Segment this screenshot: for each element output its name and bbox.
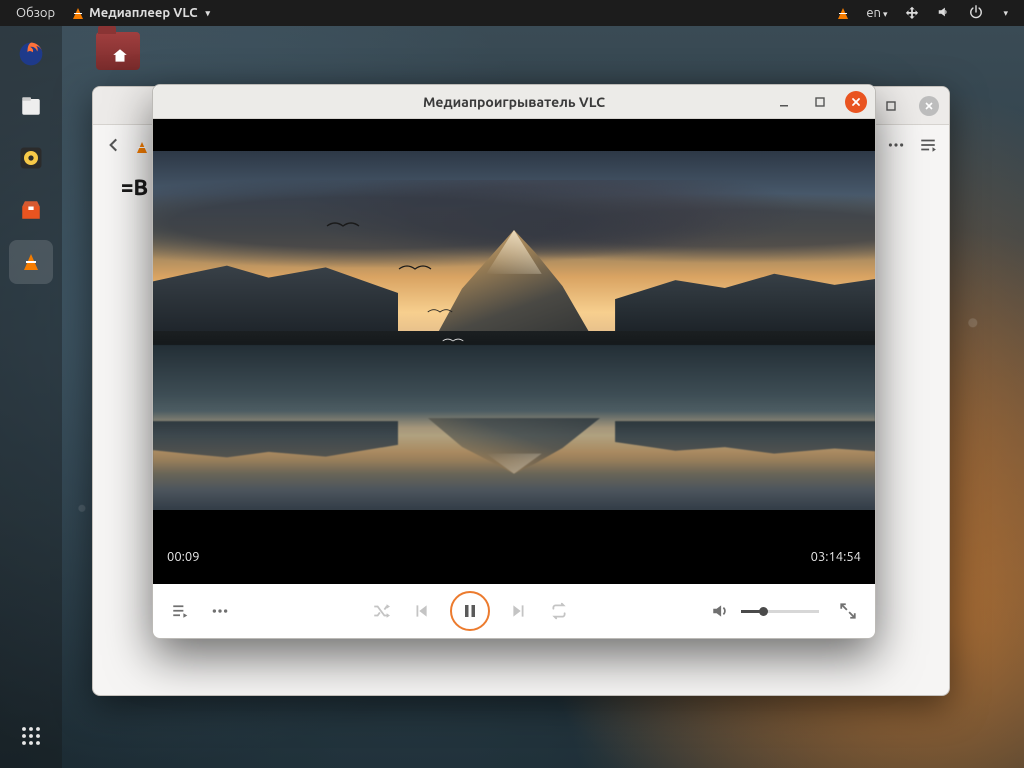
more-menu-button[interactable] (209, 600, 231, 622)
volume-knob[interactable] (759, 607, 768, 616)
vlc-titlebar[interactable]: Медиапроигрыватель VLC (153, 85, 875, 119)
controls-bar (153, 584, 875, 638)
more-icon[interactable] (887, 136, 905, 158)
network-icon[interactable] (905, 5, 919, 22)
power-icon[interactable] (969, 5, 983, 22)
next-button[interactable] (508, 600, 530, 622)
vlc-window: Медиапроигрыватель VLC (152, 84, 876, 639)
vlc-cone-icon (137, 142, 147, 153)
chevron-down-icon: ▾ (206, 8, 211, 19)
dock-software[interactable] (9, 188, 53, 232)
desktop-home-folder[interactable] (96, 32, 144, 80)
dock-firefox[interactable] (9, 32, 53, 76)
video-area[interactable]: 00:09 03:14:54 (153, 119, 875, 584)
gnome-topbar: Обзор Медиаплеер VLC ▾ en▾ ▾ (0, 0, 1024, 26)
time-elapsed[interactable]: 00:09 (167, 550, 200, 564)
dock-show-apps[interactable] (9, 714, 53, 758)
appmenu-vlc[interactable]: Медиаплеер VLC ▾ (73, 6, 210, 20)
fullscreen-button[interactable] (837, 600, 859, 622)
dock-rhythmbox[interactable] (9, 136, 53, 180)
mute-button[interactable] (709, 600, 731, 622)
bg-close-button[interactable] (919, 96, 939, 116)
vlc-cone-icon (24, 254, 38, 270)
close-button[interactable] (845, 91, 867, 113)
minimize-button[interactable] (773, 91, 795, 113)
play-pause-button[interactable] (450, 591, 490, 631)
playlist-button[interactable] (169, 600, 191, 622)
video-frame (153, 151, 875, 510)
volume-slider[interactable] (741, 610, 819, 613)
vlc-cone-icon (73, 8, 83, 19)
shuffle-button[interactable] (370, 600, 392, 622)
vlc-tray-icon[interactable] (838, 8, 848, 19)
loop-button[interactable] (548, 600, 570, 622)
activities-button[interactable]: Обзор (16, 6, 55, 20)
dock-files[interactable] (9, 84, 53, 128)
background-heading-partial: =В (121, 175, 148, 200)
queue-icon[interactable] (919, 136, 937, 158)
maximize-button[interactable] (809, 91, 831, 113)
previous-button[interactable] (410, 600, 432, 622)
back-button[interactable] (105, 136, 123, 158)
volume-icon[interactable] (937, 5, 951, 22)
home-icon (96, 32, 144, 80)
dock (0, 26, 62, 768)
time-total[interactable]: 03:14:54 (811, 550, 861, 564)
input-language-indicator[interactable]: en▾ (866, 6, 887, 20)
window-title: Медиапроигрыватель VLC (153, 94, 875, 110)
bg-maximize-button[interactable] (881, 96, 901, 116)
systray-chevron-icon[interactable]: ▾ (1003, 8, 1008, 19)
dock-vlc[interactable] (9, 240, 53, 284)
